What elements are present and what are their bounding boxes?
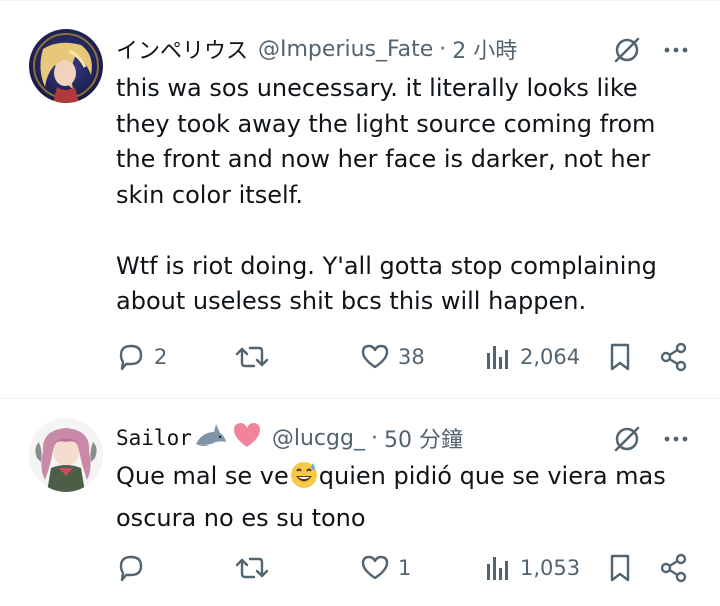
- bar-chart-icon: [484, 341, 512, 373]
- top-divider: [0, 0, 720, 1]
- like-button[interactable]: 38: [360, 341, 425, 373]
- reply-count: 2: [154, 345, 168, 369]
- views-count: 1,053: [520, 556, 581, 580]
- share-button[interactable]: [659, 341, 689, 373]
- tweet-text: Que mal se ve quien pidió que se viera m…: [116, 459, 676, 536]
- tweet-actions: 2 38 2,064: [116, 341, 716, 375]
- avatar[interactable]: [29, 29, 103, 103]
- speech-bubble-icon: [116, 552, 146, 584]
- separator: ·: [370, 425, 378, 451]
- timestamp[interactable]: 50 分鐘: [384, 422, 463, 454]
- speech-bubble-icon: [116, 341, 146, 373]
- views-count: 2,064: [520, 345, 581, 369]
- tweet-header: インペリウス @Imperius_Fate · 2 小時: [116, 33, 517, 65]
- more-dots-icon[interactable]: [664, 35, 688, 69]
- grok-slash-circle-icon[interactable]: [612, 35, 642, 69]
- tweet-text: this wa sos unecessary. it literally loo…: [116, 74, 657, 315]
- heart-outline-icon: [360, 341, 390, 373]
- retweet-arrows-icon: [235, 341, 269, 373]
- separator: ·: [439, 36, 447, 62]
- reply-button[interactable]: 2: [116, 341, 167, 373]
- retweet-arrows-icon: [235, 552, 269, 584]
- avatar[interactable]: [29, 418, 103, 492]
- retweet-button[interactable]: [235, 341, 277, 373]
- tweet-actions: 1 1,053: [116, 552, 716, 586]
- tweet-header: Sailor @lucgg_ · 50 分鐘: [116, 423, 463, 453]
- display-name[interactable]: インペリウス: [116, 33, 248, 65]
- reply-button[interactable]: [116, 552, 154, 584]
- tweet-divider: [0, 398, 720, 399]
- heart-outline-icon: [360, 552, 390, 584]
- heart-emoji-icon: [232, 420, 262, 456]
- like-button[interactable]: 1: [360, 552, 411, 584]
- tweet-top-icons: [612, 35, 688, 69]
- bookmark-icon: [607, 552, 633, 584]
- timestamp[interactable]: 2 小時: [452, 33, 517, 65]
- bookmark-icon: [607, 341, 633, 373]
- like-count: 38: [398, 345, 425, 369]
- handle[interactable]: @Imperius_Fate: [258, 37, 433, 62]
- tweet-text-start: Que mal se ve: [116, 462, 289, 490]
- handle[interactable]: @lucgg_: [272, 426, 365, 451]
- retweet-button[interactable]: [235, 552, 277, 584]
- bar-chart-icon: [484, 552, 512, 584]
- share-button[interactable]: [659, 552, 689, 584]
- sweat-smile-emoji-icon: [289, 460, 319, 501]
- like-count: 1: [398, 556, 412, 580]
- views-button[interactable]: 2,064: [484, 341, 580, 373]
- views-button[interactable]: 1,053: [484, 552, 580, 584]
- more-dots-icon[interactable]: [664, 424, 688, 458]
- tweet-top-icons: [612, 424, 688, 458]
- shark-emoji-icon: [194, 420, 228, 456]
- grok-slash-circle-icon[interactable]: [612, 424, 642, 458]
- bookmark-button[interactable]: [607, 552, 633, 584]
- bookmark-button[interactable]: [607, 341, 633, 373]
- display-name[interactable]: Sailor: [116, 426, 192, 450]
- share-icon: [659, 552, 689, 584]
- share-icon: [659, 341, 689, 373]
